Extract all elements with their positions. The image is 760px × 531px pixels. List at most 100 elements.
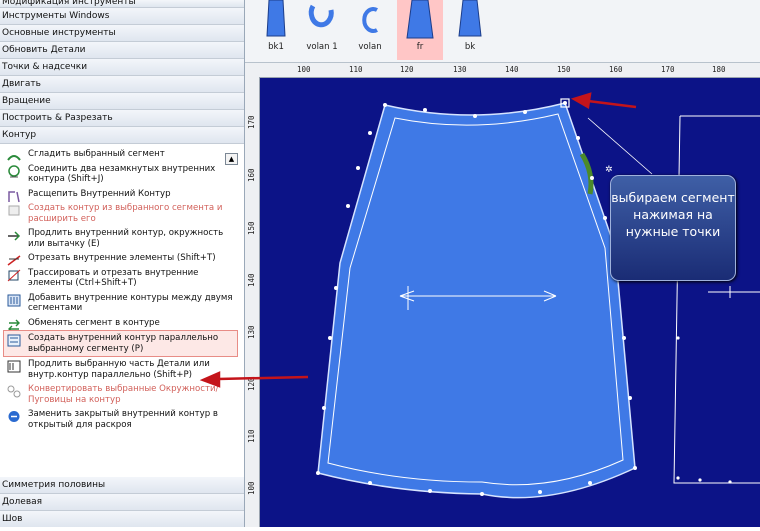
command-label: Трассировать и отрезать внутренние элеме… [28,267,199,289]
category-label: Долевая [2,497,43,507]
ruler-tick-label: 150 [247,221,256,235]
command-parallel-contour[interactable]: Создать внутренний контур параллельно вы… [3,330,238,357]
category-bottom-3[interactable]: Шов [0,511,244,527]
category-label: Вращение [2,96,51,106]
category-item-2[interactable]: Основные инструменты [0,25,244,42]
command-replace-contour[interactable]: Заменить закрытый внутренний контур в от… [0,407,244,432]
category-label: Двигать [2,79,41,89]
command-label: Сгладить выбранный сегмент [28,149,165,159]
ruler-tick-label: 140 [247,273,256,287]
back-piece-grainline [708,286,760,298]
command-label: Добавить внутренние контуры между двумя … [28,292,233,314]
category-label: Контур [2,130,37,140]
piece-label: fr [416,42,424,52]
category-modification[interactable]: Модификация инструменты [0,0,244,8]
category-label: Шов [2,514,23,524]
convert-circles-icon [7,385,21,398]
ruler-tick-label: 160 [609,65,623,74]
piece-label: bk [464,42,476,52]
ruler-tick-label: 140 [505,65,519,74]
ruler-tick-label: 110 [247,429,256,443]
ruler-tick-label: 170 [661,65,675,74]
piece-label: volan [358,42,382,52]
trace-cut-icon [7,269,21,281]
category-label: Модификация инструменты [2,0,136,7]
replace-contour-icon [8,411,20,422]
piece-volan-1[interactable]: volan 1 [299,0,345,60]
piece-fr[interactable]: fr [397,0,443,60]
bodice-piece-icon [266,0,286,37]
ruler-horizontal: 100 110 120 130 140 150 160 170 180 [245,63,760,78]
ruffle-piece-icon [362,7,378,33]
extend-parallel-icon [7,360,21,373]
command-label: Создать контур из выбранного сегмента и … [28,203,223,224]
command-swap-segment[interactable]: Обменять сегмент в контуре [0,316,244,332]
category-bottom-2[interactable]: Долевая [0,494,244,511]
cursor-icon: ✲ [605,165,613,175]
piece-label: bk1 [268,42,284,52]
command-smooth-segment[interactable]: Сгладить выбранный сегмент [0,147,244,162]
category-label: Точки & надсечки [2,62,88,72]
command-label: Расщепить Внутренний Контур [28,188,171,199]
ruler-tick-label: 180 [712,65,726,74]
contour-from-segment-icon [8,205,20,216]
ruler-tick-label: 100 [297,65,311,74]
category-item-6[interactable]: Вращение [0,93,244,110]
ruler-tick-label: 120 [247,377,256,391]
ruler-tick-label: 110 [349,65,363,74]
ruler-vertical: 170 160 150 140 130 120 110 100 [245,77,260,527]
command-label: Конвертировать выбранные Окружности/Пуго… [28,384,219,405]
extend-contour-icon [8,231,21,241]
ruler-tick-label: 130 [247,325,256,339]
command-label: Продлить внутренний контур, окружность и… [28,228,224,249]
ruler-tick-label: 100 [247,481,256,495]
command-add-contours[interactable]: Добавить внутренние контуры между двумя … [0,291,244,316]
category-item-8[interactable]: Контур [0,127,244,144]
piece-bk1[interactable]: bk1 [253,0,299,60]
command-convert-circles[interactable]: Конвертировать выбранные Окружности/Пуго… [0,382,244,407]
tool-panel: Модификация инструменты Инструменты Windo… [0,0,245,527]
category-label: Обновить Детали [2,45,86,55]
command-extend-parallel[interactable]: Продлить выбранную часть Детали или внут… [0,357,244,382]
piece-volan[interactable]: volan [347,0,393,60]
category-label: Симметрия половины [2,480,106,490]
pattern-canvas[interactable]: ✲ [260,78,760,527]
piece-bk[interactable]: bk [447,0,493,60]
back-piece-outline [673,115,760,484]
category-item-4[interactable]: Точки & надсечки [0,59,244,76]
command-contour-from-segment[interactable]: Создать контур из выбранного сегмента и … [0,201,244,226]
add-contours-icon [7,294,21,306]
ruler-tick-label: 130 [453,65,467,74]
join-contours-icon [8,164,20,177]
category-item-7[interactable]: Построить & Разрезать [0,110,244,127]
ruler-tick-label: 150 [557,65,571,74]
ruler-tick-label: 120 [400,65,414,74]
command-label: Отрезать внутренние элементы (Shift+T) [28,253,216,263]
command-label: Соединить два незамкнутых внутренних кон… [28,163,216,185]
command-join-contours[interactable]: Соединить два незамкнутых внутренних кон… [0,162,244,187]
callout-pointer [587,117,653,175]
parallel-contour-icon [7,334,21,347]
category-label: Построить & Разрезать [2,113,113,123]
command-cut-elements[interactable]: Отрезать внутренние элементы (Shift+T) [0,251,244,266]
category-item-3[interactable]: Обновить Детали [0,42,244,59]
command-split-contour[interactable]: Расщепить Внутренний Контур [0,187,244,202]
pattern-drawing: ✲ [316,98,760,499]
ruler-tick-label: 170 [247,115,256,129]
piece-label: volan 1 [306,42,338,52]
command-label: Создать внутренний контур параллельно вы… [28,333,219,354]
command-label: Продлить выбранную часть Детали или внут… [28,359,210,380]
category-item-5[interactable]: Двигать [0,76,244,93]
category-label: Основные инструменты [2,28,116,38]
category-item-1[interactable]: Инструменты Windows [0,8,244,25]
command-label: Заменить закрытый внутренний контур в от… [28,409,218,430]
skirt-back-piece-icon [458,0,482,37]
category-label: Инструменты Windows [2,11,110,21]
command-trace-cut[interactable]: Трассировать и отрезать внутренние элеме… [0,266,244,291]
ruler-tick-label: 160 [247,168,256,182]
command-label: Обменять сегмент в контуре [28,317,160,328]
piece-toolbar: bk1 volan 1 volan fr bk [245,0,760,63]
annotation-callout: выбираем сегмент нажимая на нужные точки [610,175,736,281]
command-extend-contour[interactable]: Продлить внутренний контур, окружность и… [0,226,244,251]
category-bottom-1[interactable]: Симметрия половины [0,477,244,494]
